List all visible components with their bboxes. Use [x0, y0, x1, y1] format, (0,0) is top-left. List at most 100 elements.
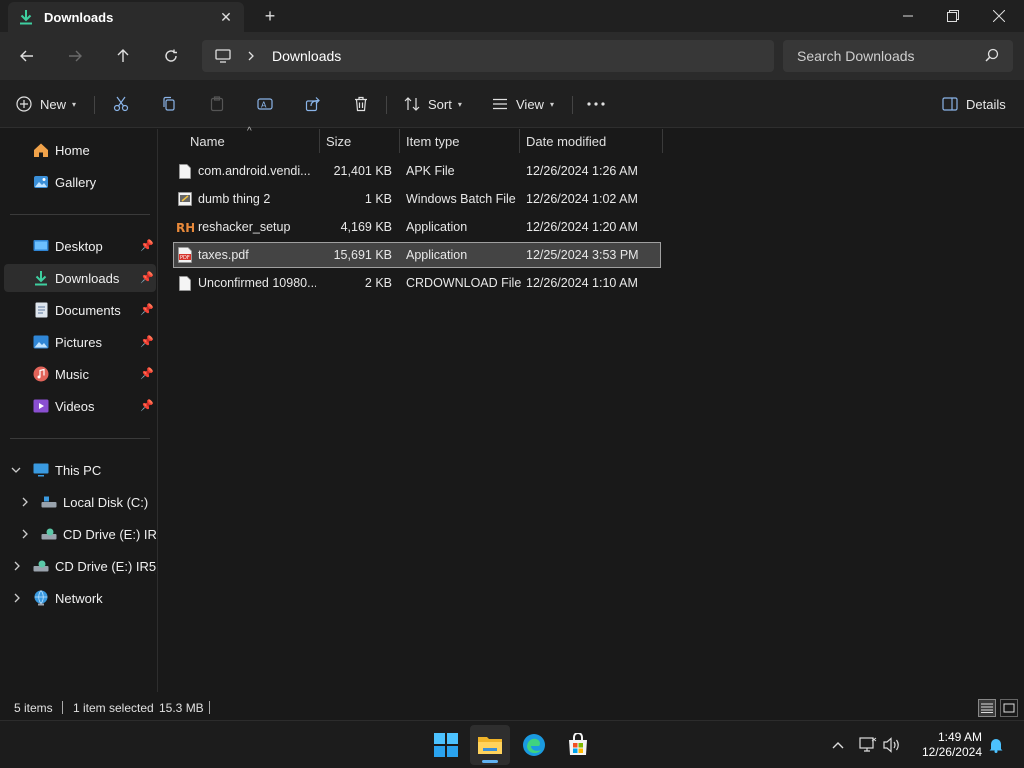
forward-button[interactable]	[63, 44, 87, 68]
show-hidden-icons-button[interactable]	[828, 735, 848, 755]
sidebar-item-label: Downloads	[55, 270, 120, 286]
address-row: Downloads Search Downloads	[0, 32, 1024, 80]
search-icon[interactable]	[985, 48, 1001, 64]
tiles-view-button[interactable]	[1000, 699, 1018, 717]
search-box[interactable]: Search Downloads	[783, 40, 1013, 72]
sidebar-item-cd-drive[interactable]: CD Drive (E:) IR5_CC	[4, 552, 156, 580]
file-row[interactable]: RH reshacker_setup 4,169 KB Application …	[174, 215, 660, 239]
view-button[interactable]: View ▾	[492, 92, 554, 116]
cd-drive-icon	[33, 558, 49, 574]
sidebar-item-label: Network	[55, 590, 103, 606]
clock[interactable]: 1:49 AM 12/26/2024	[910, 730, 982, 760]
breadcrumb-downloads[interactable]: Downloads	[272, 48, 341, 64]
pin-icon[interactable]: 📌	[140, 399, 154, 413]
sidebar-item-gallery[interactable]: Gallery	[4, 168, 156, 196]
refresh-button[interactable]	[159, 44, 183, 68]
details-view-button[interactable]	[978, 699, 996, 717]
sidebar-item-downloads[interactable]: Downloads 📌	[4, 264, 156, 292]
computer-icon	[33, 462, 49, 478]
file-size: 15,691 KB	[333, 248, 392, 262]
volume-button[interactable]	[882, 735, 902, 755]
tiles-view-icon	[1003, 703, 1015, 713]
network-icon	[33, 590, 49, 606]
restore-button[interactable]	[930, 0, 976, 32]
notifications-button[interactable]	[986, 735, 1006, 755]
file-name: reshacker_setup	[198, 220, 291, 234]
sort-button[interactable]: Sort ▾	[404, 92, 462, 116]
sidebar-item-network[interactable]: Network	[4, 584, 156, 612]
sidebar-item-this-pc[interactable]: This PC	[4, 456, 156, 484]
column-divider[interactable]	[662, 129, 663, 153]
file-explorer-icon	[478, 737, 502, 754]
column-divider[interactable]	[319, 129, 320, 153]
pin-icon[interactable]: 📌	[140, 271, 154, 285]
store-taskbar-button[interactable]	[558, 725, 598, 765]
chevron-right-icon[interactable]	[20, 497, 30, 507]
close-icon	[993, 10, 1005, 22]
file-size: 1 KB	[364, 192, 392, 206]
computer-icon[interactable]	[214, 47, 232, 65]
sidebar-item-local-disk[interactable]: Local Disk (C:)	[4, 488, 156, 516]
tab-downloads[interactable]: Downloads ✕	[8, 2, 244, 32]
sidebar-item-pictures[interactable]: Pictures 📌	[4, 328, 156, 356]
details-button[interactable]: Details	[942, 92, 1006, 116]
edge-taskbar-button[interactable]	[514, 725, 554, 765]
cut-button[interactable]	[113, 92, 129, 116]
windows-start-icon	[434, 733, 458, 757]
sidebar-item-label: Music	[55, 366, 89, 382]
file-row-selected[interactable]: PDF taxes.pdf 15,691 KB Application 12/2…	[173, 242, 661, 268]
address-bar[interactable]: Downloads	[202, 40, 774, 72]
file-row[interactable]: Unconfirmed 10980... 2 KB CRDOWNLOAD Fil…	[174, 271, 660, 295]
file-explorer-taskbar-button[interactable]	[470, 725, 510, 765]
column-header-type[interactable]: Item type	[406, 129, 459, 153]
network-status-button[interactable]	[858, 735, 878, 755]
back-button[interactable]	[15, 44, 39, 68]
new-tab-button[interactable]: +	[260, 6, 280, 26]
share-button[interactable]	[305, 92, 321, 116]
sidebar-item-label: This PC	[55, 462, 102, 478]
sidebar-item-music[interactable]: Music 📌	[4, 360, 156, 388]
clock-date: 12/26/2024	[921, 745, 982, 759]
file-row[interactable]: dumb thing 2 1 KB Windows Batch File 12/…	[174, 187, 660, 211]
sidebar-item-home[interactable]: Home	[4, 136, 156, 164]
sidebar-item-videos[interactable]: Videos 📌	[4, 392, 156, 420]
paste-button[interactable]	[209, 92, 225, 116]
chevron-right-icon[interactable]	[12, 593, 22, 603]
divider	[62, 701, 63, 714]
file-row[interactable]: com.android.vendi... 21,401 KB APK File …	[174, 159, 660, 183]
column-divider[interactable]	[519, 129, 520, 153]
file-type: Application	[406, 248, 468, 262]
sidebar-item-desktop[interactable]: Desktop 📌	[4, 232, 156, 260]
chevron-right-icon[interactable]	[20, 529, 30, 539]
new-button[interactable]: New ▾	[16, 92, 76, 116]
rename-button[interactable]: A	[257, 92, 273, 116]
desktop-folder-icon	[33, 238, 49, 254]
column-header-date[interactable]: Date modified	[526, 129, 606, 153]
close-tab-icon[interactable]: ✕	[218, 9, 234, 25]
column-header-name[interactable]: Name	[190, 129, 225, 153]
column-header-size[interactable]: Size	[326, 129, 351, 153]
details-view-icon	[981, 703, 993, 713]
minimize-icon	[903, 15, 913, 17]
chevron-right-icon[interactable]	[12, 561, 22, 571]
pin-icon[interactable]: 📌	[140, 367, 154, 381]
view-icon	[493, 98, 507, 110]
chevron-down-icon[interactable]	[11, 465, 21, 475]
pin-icon[interactable]: 📌	[140, 239, 154, 253]
copy-button[interactable]	[161, 92, 177, 116]
sidebar-item-cd-drive-nested[interactable]: CD Drive (E:) IR5_C	[4, 520, 156, 548]
sidebar-item-documents[interactable]: Documents 📌	[4, 296, 156, 324]
delete-button[interactable]	[353, 92, 369, 116]
pin-icon[interactable]: 📌	[140, 303, 154, 317]
file-type: CRDOWNLOAD File	[406, 276, 522, 290]
chevron-right-icon[interactable]	[248, 51, 258, 61]
more-options-button[interactable]	[587, 92, 605, 116]
up-arrow-icon	[117, 49, 129, 62]
start-button[interactable]	[426, 725, 466, 765]
up-button[interactable]	[111, 44, 135, 68]
pin-icon[interactable]: 📌	[140, 335, 154, 349]
close-window-button[interactable]	[976, 0, 1022, 32]
column-divider[interactable]	[399, 129, 400, 153]
clock-time: 1:49 AM	[937, 730, 982, 744]
minimize-button[interactable]	[885, 0, 931, 32]
